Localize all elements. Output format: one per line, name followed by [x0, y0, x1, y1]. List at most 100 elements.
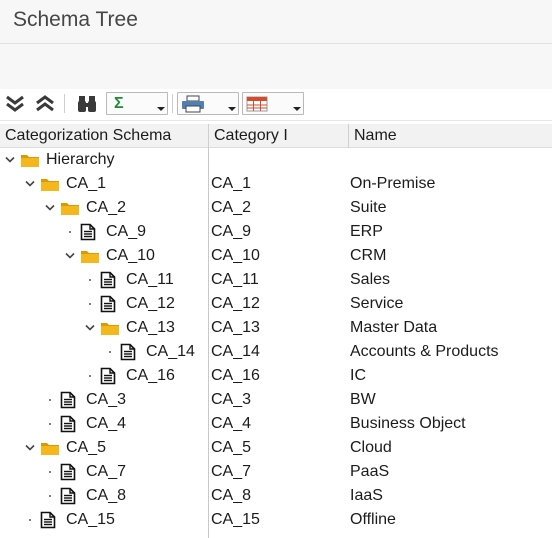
tree-row[interactable]: CA_16 CA_16 IC	[0, 364, 552, 388]
tree-row[interactable]: CA_3 CA_3 BW	[0, 388, 552, 412]
double-chevron-up-icon	[36, 94, 54, 111]
tree-toolbar: Σ	[0, 89, 552, 121]
tree-row[interactable]: CA_5 CA_5 Cloud	[0, 436, 552, 460]
tree-row[interactable]: Hierarchy	[0, 148, 552, 172]
name-cell: Offline	[350, 511, 396, 528]
collapse-chevron-icon[interactable]	[24, 172, 36, 196]
tree-node-bullet	[24, 508, 36, 532]
printer-icon	[182, 95, 204, 112]
tree-node-label[interactable]: Hierarchy	[46, 148, 114, 172]
folder-icon	[100, 320, 120, 341]
document-icon	[100, 271, 116, 294]
leaf-bullet-icon	[69, 231, 71, 233]
document-icon	[60, 391, 76, 414]
tree-row[interactable]: CA_10 CA_10 CRM	[0, 244, 552, 268]
tree-node-bullet	[44, 412, 56, 436]
name-cell: Suite	[350, 199, 387, 216]
name-cell: Business Object	[350, 415, 466, 432]
tree-node-label[interactable]: CA_5	[66, 436, 106, 460]
folder-icon	[20, 152, 40, 173]
category-cell: CA_16	[211, 367, 260, 384]
tree-node-label[interactable]: CA_10	[106, 244, 155, 268]
name-cell: ERP	[350, 223, 383, 240]
tree-node-label[interactable]: CA_16	[126, 364, 175, 388]
tree-node-bullet	[104, 340, 116, 364]
document-icon	[100, 295, 116, 318]
layout-dropdown[interactable]	[242, 92, 304, 115]
collapse-chevron-icon[interactable]	[24, 436, 36, 460]
leaf-bullet-icon	[49, 399, 51, 401]
name-cell: Service	[350, 295, 404, 312]
tree-node-bullet	[44, 484, 56, 508]
tree-node-label[interactable]: CA_11	[126, 268, 174, 292]
tree-node-bullet	[84, 268, 96, 292]
folder-icon	[80, 248, 100, 269]
document-icon	[40, 511, 56, 534]
collapse-chevron-icon[interactable]	[4, 148, 16, 172]
tree-row[interactable]: CA_12 CA_12 Service	[0, 292, 552, 316]
print-dropdown[interactable]	[177, 92, 239, 115]
tree-node-label[interactable]: CA_12	[126, 292, 175, 316]
column-header-schema[interactable]: Categorization Schema	[0, 124, 208, 148]
tree-node-label[interactable]: CA_2	[86, 196, 126, 220]
category-cell: CA_11	[211, 271, 259, 288]
leaf-bullet-icon	[49, 495, 51, 497]
document-icon	[60, 463, 76, 486]
tree-row[interactable]: CA_7 CA_7 PaaS	[0, 460, 552, 484]
collapse-all-button[interactable]	[1, 92, 29, 115]
category-cell: CA_4	[211, 415, 252, 432]
category-cell: CA_3	[211, 391, 252, 408]
tree-row[interactable]: CA_9 CA_9 ERP	[0, 220, 552, 244]
leaf-bullet-icon	[89, 303, 91, 305]
tree-node-label[interactable]: CA_14	[146, 340, 195, 364]
find-button[interactable]	[73, 92, 101, 115]
tree-row[interactable]: CA_4 CA_4 Business Object	[0, 412, 552, 436]
name-cell: IC	[350, 367, 366, 384]
table-layout-icon	[246, 96, 268, 111]
expand-all-button[interactable]	[31, 92, 59, 115]
tree-row[interactable]: CA_15 CA_15 Offline	[0, 508, 552, 532]
name-cell: Cloud	[350, 439, 392, 456]
tree-row[interactable]: CA_13 CA_13 Master Data	[0, 316, 552, 340]
tree-node-label[interactable]: CA_7	[86, 460, 126, 484]
tree-node-label[interactable]: CA_13	[126, 316, 175, 340]
page-title: Schema Tree	[13, 8, 138, 31]
tree-row[interactable]: CA_14 CA_14 Accounts & Products	[0, 340, 552, 364]
tree-node-bullet	[64, 220, 76, 244]
name-cell: Accounts & Products	[350, 343, 499, 360]
collapse-chevron-icon[interactable]	[84, 316, 96, 340]
tree-node-label[interactable]: CA_3	[86, 388, 126, 412]
tree-node-label[interactable]: CA_15	[66, 508, 115, 532]
dropdown-arrow-icon	[157, 107, 165, 111]
column-header-category[interactable]: Category I	[209, 124, 348, 148]
tree-row[interactable]: CA_2 CA_2 Suite	[0, 196, 552, 220]
toolbar-separator	[172, 94, 173, 113]
tree-node-label[interactable]: CA_4	[86, 412, 126, 436]
tree-row[interactable]: CA_11 CA_11 Sales	[0, 268, 552, 292]
column-header-name[interactable]: Name	[349, 124, 552, 148]
leaf-bullet-icon	[109, 351, 111, 353]
tree-node-label[interactable]: CA_8	[86, 484, 126, 508]
category-cell: CA_1	[211, 175, 252, 192]
tree-node-label[interactable]: CA_9	[106, 220, 146, 244]
tree-row[interactable]: CA_1 CA_1 On-Premise	[0, 172, 552, 196]
name-cell: Sales	[350, 271, 391, 288]
sum-dropdown[interactable]: Σ	[106, 92, 168, 115]
collapse-chevron-icon[interactable]	[64, 244, 76, 268]
document-icon	[100, 367, 116, 390]
sigma-icon: Σ	[114, 94, 124, 112]
collapse-chevron-icon[interactable]	[44, 196, 56, 220]
dropdown-arrow-icon	[228, 107, 236, 111]
leaf-bullet-icon	[89, 279, 91, 281]
tree-row[interactable]: CA_8 CA_8 IaaS	[0, 484, 552, 508]
name-cell: CRM	[350, 247, 387, 264]
name-cell: On-Premise	[350, 175, 436, 192]
category-cell: CA_10	[211, 247, 260, 264]
category-cell: CA_9	[211, 223, 252, 240]
tree-node-bullet	[44, 388, 56, 412]
document-icon	[60, 487, 76, 510]
tree-node-label[interactable]: CA_1	[66, 172, 106, 196]
category-cell: CA_12	[211, 295, 260, 312]
folder-icon	[40, 440, 60, 461]
name-cell: IaaS	[350, 487, 383, 504]
